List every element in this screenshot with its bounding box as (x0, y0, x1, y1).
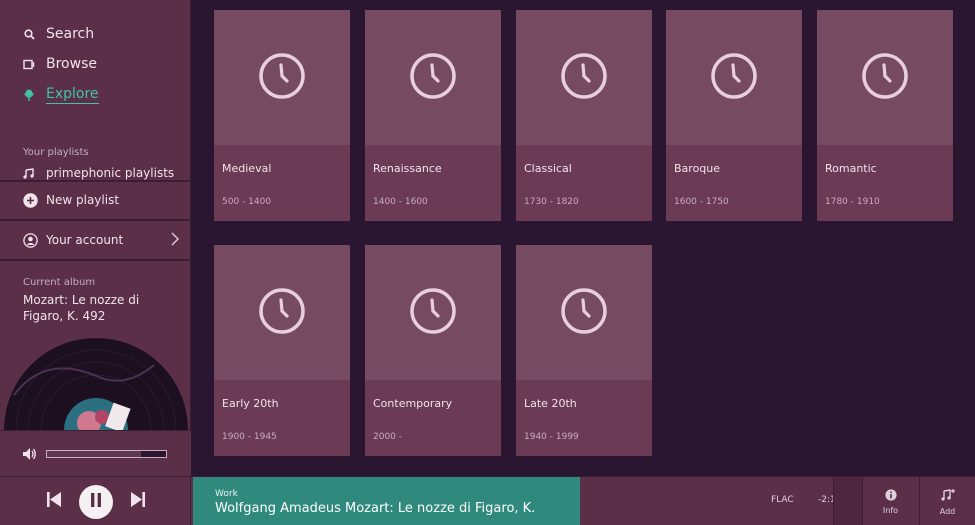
plus-circle-icon (23, 192, 38, 208)
search-icon (23, 28, 35, 40)
previous-button[interactable] (45, 491, 63, 512)
chevron-right-icon (171, 232, 179, 249)
period-card[interactable]: Romantic 1780 - 1910 (817, 10, 953, 221)
period-card[interactable]: Late 20th 1940 - 1999 (516, 245, 652, 456)
nav-item-explore[interactable]: Explore (23, 86, 99, 104)
period-title: Contemporary (373, 397, 453, 410)
nav-item-browse[interactable]: Browse (23, 56, 97, 72)
add-label: Add (939, 506, 956, 516)
speaker-icon[interactable] (22, 446, 37, 465)
nav-item-label: Explore (46, 86, 99, 104)
clock-icon (409, 52, 457, 104)
audio-format: FLAC (771, 495, 794, 505)
period-title: Baroque (674, 162, 721, 175)
playlist-item[interactable]: primephonic playlists (23, 166, 174, 180)
period-card[interactable]: Contemporary 2000 - (365, 245, 501, 456)
skip-next-icon (130, 491, 146, 512)
period-artwork (516, 10, 652, 145)
period-artwork (214, 10, 350, 145)
user-icon (23, 232, 38, 248)
clock-icon (258, 287, 306, 339)
period-range: 1400 - 1600 (373, 197, 428, 207)
period-range: 1780 - 1910 (825, 197, 880, 207)
period-range: 500 - 1400 (222, 197, 272, 207)
pause-button[interactable] (79, 485, 113, 519)
period-range: 2000 - (373, 432, 403, 442)
clock-icon (560, 287, 608, 339)
new-playlist-button[interactable]: New playlist (0, 181, 191, 219)
period-artwork (365, 245, 501, 380)
clock-icon (258, 52, 306, 104)
now-playing-kind: Work (215, 489, 238, 499)
period-title: Early 20th (222, 397, 279, 410)
vinyl-record-artwork[interactable] (4, 335, 189, 430)
new-playlist-label: New playlist (46, 193, 120, 207)
period-artwork (214, 245, 350, 380)
period-artwork (365, 10, 501, 145)
period-title: Late 20th (524, 397, 577, 410)
app-window: Search Browse Explore Your playlists pri… (0, 0, 975, 525)
skip-previous-icon (46, 491, 62, 512)
period-card[interactable]: Early 20th 1900 - 1945 (214, 245, 350, 456)
clock-icon (710, 52, 758, 104)
player-bar: Work Wolfgang Amadeus Mozart: Le nozze d… (0, 476, 975, 525)
period-grid: Medieval 500 - 1400 Renaissance 1400 - 1600… (192, 0, 975, 476)
music-note-icon (23, 167, 34, 179)
info-icon (884, 488, 897, 503)
now-playing[interactable]: Work Wolfgang Amadeus Mozart: Le nozze d… (193, 477, 580, 525)
current-album-title: Mozart: Le nozze di Figaro, K. 492 (23, 293, 140, 323)
add-button[interactable]: Add (919, 477, 975, 525)
period-artwork (666, 10, 802, 145)
clock-icon (409, 287, 457, 339)
period-artwork (817, 10, 953, 145)
nav-item-search[interactable]: Search (23, 26, 94, 42)
period-artwork (516, 245, 652, 380)
info-label: Info (882, 505, 899, 515)
your-account-button[interactable]: Your account (0, 221, 191, 259)
playlists-section-label: Your playlists (23, 147, 89, 158)
period-range: 1940 - 1999 (524, 432, 579, 442)
nav-item-label: Search (46, 26, 95, 42)
add-to-playlist-icon (940, 488, 956, 504)
period-range: 1900 - 1945 (222, 432, 277, 442)
period-range: 1600 - 1750 (674, 197, 729, 207)
pause-icon (90, 492, 102, 512)
account-label: Your account (46, 233, 124, 247)
period-title: Renaissance (373, 162, 442, 175)
period-card[interactable]: Medieval 500 - 1400 (214, 10, 350, 221)
nav-item-label: Browse (46, 56, 97, 72)
clock-icon (861, 52, 909, 104)
now-playing-title: Wolfgang Amadeus Mozart: Le nozze di Fig… (215, 501, 536, 516)
sidebar: Search Browse Explore Your playlists pri… (0, 0, 191, 476)
current-album-label: Current album (23, 277, 96, 288)
clock-icon (560, 52, 608, 104)
divider (0, 259, 191, 261)
playlist-label: primephonic playlists (46, 166, 175, 180)
info-button[interactable]: Info (862, 477, 918, 525)
next-button[interactable] (129, 491, 147, 512)
period-range: 1730 - 1820 (524, 197, 579, 207)
period-title: Classical (524, 162, 572, 175)
period-title: Romantic (825, 162, 877, 175)
period-card[interactable]: Classical 1730 - 1820 (516, 10, 652, 221)
period-card[interactable]: Baroque 1600 - 1750 (666, 10, 802, 221)
volume-slider-fill (47, 451, 141, 457)
explore-icon (23, 89, 35, 101)
browse-icon (23, 58, 35, 70)
period-card[interactable]: Renaissance 1400 - 1600 (365, 10, 501, 221)
period-title: Medieval (222, 162, 272, 175)
volume-slider[interactable] (46, 450, 167, 458)
playback-controls (0, 477, 191, 525)
volume-control (0, 430, 191, 476)
progress-segment (833, 477, 862, 525)
